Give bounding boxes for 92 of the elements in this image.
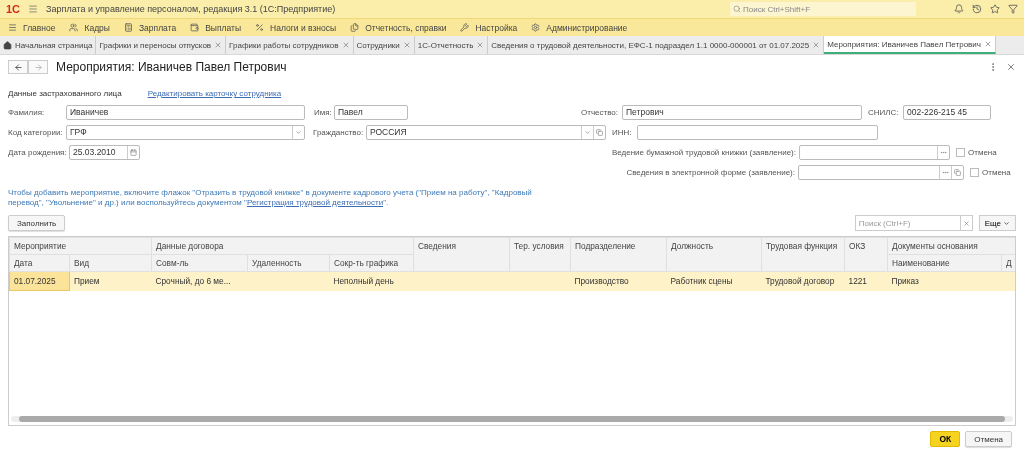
menu-item[interactable]: Отчетность, справки — [350, 22, 447, 33]
checkbox-label: Отмена — [982, 167, 1011, 177]
caret-icon — [1003, 219, 1010, 227]
section-label: Данные застрахованного лица — [8, 89, 122, 98]
menu-item[interactable]: Настройка — [460, 22, 518, 33]
menu-icon[interactable] — [28, 4, 39, 14]
column-header[interactable]: Подразделение — [570, 237, 667, 272]
field-label: Код категории: — [8, 127, 64, 137]
checkbox-label: Отмена — [968, 147, 997, 157]
cancel-button[interactable]: Отмена — [965, 431, 1012, 447]
field-label: Фамилия: — [8, 107, 46, 117]
home-icon — [3, 40, 12, 50]
arrow-left-icon — [13, 62, 23, 72]
open-icon[interactable] — [954, 168, 961, 176]
tab[interactable]: Начальная страница — [0, 36, 97, 54]
column-group-header: Документы основания — [887, 237, 1015, 255]
field-label: Гражданство: — [313, 127, 365, 137]
star-icon[interactable] — [990, 4, 1000, 14]
close-icon[interactable] — [402, 41, 411, 49]
input-field[interactable]: Иваничев — [66, 104, 305, 120]
menu-item[interactable]: Кадры — [69, 22, 110, 33]
input-field[interactable]: ГРФ — [66, 124, 305, 140]
wrench-icon — [460, 23, 470, 32]
close-icon[interactable] — [214, 41, 223, 49]
app-logo: 1С — [6, 3, 21, 15]
tab[interactable]: Мероприятия: Иваничев Павел Петрович — [824, 36, 996, 54]
close-icon[interactable] — [341, 41, 350, 49]
checkbox[interactable] — [956, 147, 965, 157]
back-button[interactable] — [8, 60, 28, 74]
field-label: Имя: — [314, 107, 333, 117]
arrow-right-icon — [33, 62, 43, 72]
clear-icon[interactable] — [962, 219, 970, 227]
field-label: СНИЛС: — [868, 107, 900, 117]
field-label: Ведение бумажной трудовой книжки (заявление): — [610, 147, 797, 157]
field-label: Сведения в электронной форме (заявление): — [625, 167, 796, 177]
ok-button[interactable]: ОК — [930, 431, 961, 447]
field-label: Дата рождения: — [8, 147, 68, 157]
tab[interactable]: Графики и переносы отпусков — [96, 36, 227, 54]
search-field[interactable]: Поиск Ctrl+Shift+F — [730, 2, 916, 16]
column-header[interactable]: Тер. условия — [509, 237, 571, 272]
column-header[interactable]: Сведения — [413, 237, 510, 272]
input-field[interactable] — [798, 164, 964, 180]
tab[interactable]: 1С-Отчетность — [414, 36, 489, 54]
app-title: Зарплата и управление персоналом, редакция 3.1 (1С:Предприятие) — [46, 4, 337, 14]
column-header[interactable]: ОКЗ — [844, 237, 888, 272]
input-field[interactable] — [799, 144, 950, 160]
tab[interactable]: Графики работы сотрудников — [226, 36, 354, 54]
field-label: Отчество: — [581, 107, 619, 117]
search-icon — [733, 5, 741, 13]
column-header[interactable]: Трудовая функция — [761, 237, 845, 272]
menu-item[interactable]: Зарплата — [123, 22, 177, 33]
close-icon[interactable] — [1006, 62, 1016, 72]
input-field[interactable]: 25.03.2010 — [69, 144, 140, 160]
settings-icon — [531, 23, 541, 32]
filter-icon[interactable] — [1008, 4, 1018, 14]
field-label: ИНН: — [612, 127, 633, 137]
percent-icon — [255, 23, 265, 32]
checkbox[interactable] — [970, 167, 979, 177]
menu-icon — [8, 23, 17, 32]
input-field[interactable]: Павел — [334, 104, 408, 120]
wallet-icon — [190, 23, 200, 32]
dropdown-icon[interactable] — [295, 128, 302, 136]
bell-icon[interactable] — [954, 4, 964, 14]
close-icon[interactable] — [812, 41, 821, 49]
close-icon[interactable] — [983, 40, 992, 48]
menu-item[interactable]: Выплаты — [190, 22, 242, 33]
more-button[interactable]: Еще — [978, 215, 1016, 231]
menu-item[interactable]: Налоги и взносы — [255, 22, 337, 33]
close-icon[interactable] — [476, 41, 485, 49]
dropdown-icon[interactable] — [584, 128, 591, 136]
open-icon[interactable] — [596, 128, 603, 136]
forward-button[interactable] — [28, 60, 48, 74]
menu-item[interactable]: Администрирование — [531, 22, 628, 33]
input-field[interactable] — [637, 124, 878, 140]
input-field[interactable]: 002-226-215 45 — [903, 104, 991, 120]
column-header[interactable]: Должность — [666, 237, 762, 272]
menu-item[interactable]: Главное — [8, 22, 56, 33]
documents-icon — [350, 23, 360, 32]
input-field[interactable]: РОССИЯ — [366, 124, 606, 140]
column-group-header: Мероприятие — [9, 237, 152, 255]
history-icon[interactable] — [972, 4, 982, 14]
form-title: Мероприятия: Иваничев Павел Петрович — [56, 60, 288, 74]
people-icon — [69, 23, 79, 32]
edit-link[interactable]: Редактировать карточку сотрудника — [147, 89, 282, 98]
tab[interactable]: Сотрудники — [353, 36, 415, 54]
input-field[interactable]: Петрович — [622, 104, 862, 120]
fill-button[interactable]: Заполнить — [8, 215, 66, 231]
scrollbar[interactable] — [11, 416, 1013, 422]
column-group-header: Данные договора — [151, 237, 414, 255]
calendar-icon[interactable] — [130, 148, 137, 156]
calculator-icon — [123, 23, 133, 32]
info-text: Чтобы добавить мероприятие, включите флажок "Отразить в трудовой книжке" в документе кадрового учета ("Прием на работу", "Кадровый перевод", "Увольнение" и др.) или воспользуйтесь документом "Регистрация трудовой деятельности". — [8, 188, 533, 208]
